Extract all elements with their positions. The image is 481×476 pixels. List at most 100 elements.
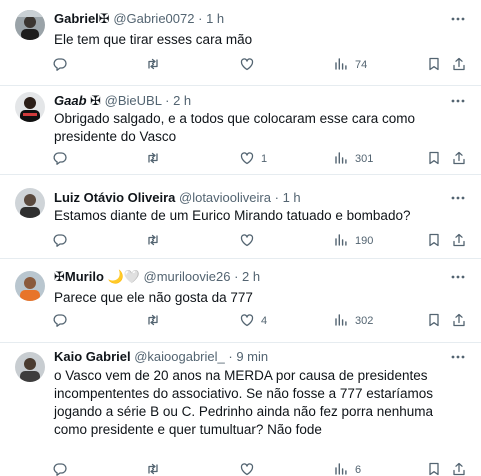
reply-button[interactable] bbox=[52, 310, 74, 332]
reply-button[interactable] bbox=[52, 148, 74, 170]
share-button[interactable] bbox=[451, 148, 467, 170]
views-icon bbox=[333, 461, 349, 476]
retweet-button[interactable] bbox=[145, 54, 167, 76]
share-icon bbox=[451, 56, 467, 75]
views-icon bbox=[333, 150, 349, 169]
tweet[interactable]: Luiz Otávio Oliveira @lotaviooliveira · … bbox=[0, 175, 481, 259]
avatar[interactable] bbox=[15, 352, 45, 382]
timestamp[interactable]: 9 min bbox=[236, 349, 268, 364]
like-icon bbox=[239, 312, 255, 331]
views-count: 302 bbox=[355, 315, 374, 327]
views-count: 190 bbox=[355, 235, 374, 247]
like-count: 1 bbox=[261, 153, 268, 165]
avatar[interactable] bbox=[15, 10, 45, 40]
like-button[interactable] bbox=[239, 54, 261, 76]
user-handle[interactable]: @Gabrie0072 bbox=[113, 11, 194, 26]
retweet-icon bbox=[145, 232, 161, 251]
timestamp[interactable]: 1 h bbox=[283, 190, 301, 205]
cross-badge-icon: ✠ bbox=[98, 11, 110, 26]
display-name[interactable]: Murilo bbox=[65, 269, 104, 284]
avatar[interactable] bbox=[15, 188, 45, 218]
tweet-header: Gabriel✠ @Gabrie0072 · 1 h bbox=[54, 10, 224, 28]
reply-icon bbox=[52, 56, 68, 75]
avatar[interactable] bbox=[15, 92, 45, 122]
bookmark-icon bbox=[426, 232, 442, 251]
share-button[interactable] bbox=[451, 230, 467, 252]
user-handle[interactable]: @BieUBL bbox=[105, 93, 162, 108]
views-button[interactable]: 301 bbox=[333, 148, 373, 170]
timestamp[interactable]: 2 h bbox=[242, 269, 260, 284]
tweet-text: Obrigado salgado, e a todos que colocara… bbox=[54, 111, 415, 144]
reply-icon bbox=[52, 150, 68, 169]
display-name[interactable]: Luiz Otávio Oliveira bbox=[54, 190, 175, 205]
like-button[interactable]: 4 bbox=[239, 310, 267, 332]
views-button[interactable]: 302 bbox=[333, 310, 373, 332]
moon-heart-emoji: 🌙🤍 bbox=[107, 269, 140, 284]
bookmark-button[interactable] bbox=[426, 148, 442, 170]
retweet-button[interactable] bbox=[145, 148, 167, 170]
action-bar: 4 302 bbox=[46, 310, 481, 332]
user-handle[interactable]: @muriloovie26 bbox=[144, 269, 231, 284]
tweet-text: Parece que ele não gosta da 777 bbox=[54, 290, 253, 305]
more-icon[interactable] bbox=[449, 92, 467, 110]
bookmark-icon bbox=[426, 150, 442, 169]
views-button[interactable]: 6 bbox=[333, 459, 361, 476]
retweet-icon bbox=[145, 312, 161, 331]
share-icon bbox=[451, 150, 467, 169]
avatar[interactable] bbox=[15, 271, 45, 301]
more-icon[interactable] bbox=[449, 189, 467, 207]
retweet-button[interactable] bbox=[145, 459, 167, 476]
display-name[interactable]: Gaab bbox=[54, 93, 87, 108]
views-icon bbox=[333, 232, 349, 251]
tweet[interactable]: Gaab ✠ @BieUBL · 2 h Obrigado salgado, e… bbox=[0, 86, 481, 175]
tweet[interactable]: Kaio Gabriel @kaioogabriel_ · 9 min o Va… bbox=[0, 343, 481, 476]
share-button[interactable] bbox=[451, 459, 467, 476]
retweet-icon bbox=[145, 56, 161, 75]
user-handle[interactable]: @kaioogabriel_ bbox=[134, 349, 225, 364]
bookmark-button[interactable] bbox=[426, 459, 442, 476]
views-icon bbox=[333, 56, 349, 75]
separator: · bbox=[228, 349, 233, 364]
separator: · bbox=[165, 93, 170, 108]
like-icon bbox=[239, 461, 255, 476]
cross-badge-icon: ✠ bbox=[54, 269, 65, 284]
retweet-button[interactable] bbox=[145, 310, 167, 332]
display-name[interactable]: Gabriel bbox=[54, 11, 99, 26]
reply-button[interactable] bbox=[52, 230, 74, 252]
share-icon bbox=[451, 232, 467, 251]
share-icon bbox=[451, 312, 467, 331]
views-button[interactable]: 74 bbox=[333, 54, 367, 76]
like-icon bbox=[239, 232, 255, 251]
tweet-header: ✠Murilo 🌙🤍 @muriloovie26 · 2 h bbox=[54, 268, 260, 286]
more-icon[interactable] bbox=[449, 10, 467, 28]
views-button[interactable]: 190 bbox=[333, 230, 373, 252]
tweet-text: Estamos diante de um Eurico Mirando tatu… bbox=[54, 208, 411, 223]
share-button[interactable] bbox=[451, 310, 467, 332]
like-button[interactable]: 1 bbox=[239, 148, 267, 170]
timestamp[interactable]: 1 h bbox=[206, 11, 224, 26]
display-name[interactable]: Kaio Gabriel bbox=[54, 349, 131, 364]
action-bar: 6 bbox=[46, 459, 481, 476]
reply-icon bbox=[52, 312, 68, 331]
share-button[interactable] bbox=[451, 54, 467, 76]
user-handle[interactable]: @lotaviooliveira bbox=[179, 190, 271, 205]
bookmark-button[interactable] bbox=[426, 54, 442, 76]
retweet-button[interactable] bbox=[145, 230, 167, 252]
action-bar: 190 bbox=[46, 230, 481, 252]
reply-icon bbox=[52, 232, 68, 251]
more-icon[interactable] bbox=[449, 348, 467, 366]
tweet-text: o Vasco vem de 20 anos na MERDA por caus… bbox=[54, 368, 434, 437]
more-icon[interactable] bbox=[449, 268, 467, 286]
tweet[interactable]: Gabriel✠ @Gabrie0072 · 1 h Ele tem que t… bbox=[0, 0, 481, 86]
tweet-header: Gaab ✠ @BieUBL · 2 h bbox=[54, 92, 191, 110]
reply-button[interactable] bbox=[52, 459, 74, 476]
reply-button[interactable] bbox=[52, 54, 74, 76]
bookmark-icon bbox=[426, 56, 442, 75]
bookmark-button[interactable] bbox=[426, 310, 442, 332]
tweet[interactable]: ✠Murilo 🌙🤍 @muriloovie26 · 2 h Parece qu… bbox=[0, 259, 481, 343]
like-button[interactable] bbox=[239, 459, 261, 476]
timestamp[interactable]: 2 h bbox=[173, 93, 191, 108]
bookmark-button[interactable] bbox=[426, 230, 442, 252]
like-button[interactable] bbox=[239, 230, 261, 252]
bookmark-icon bbox=[426, 461, 442, 476]
